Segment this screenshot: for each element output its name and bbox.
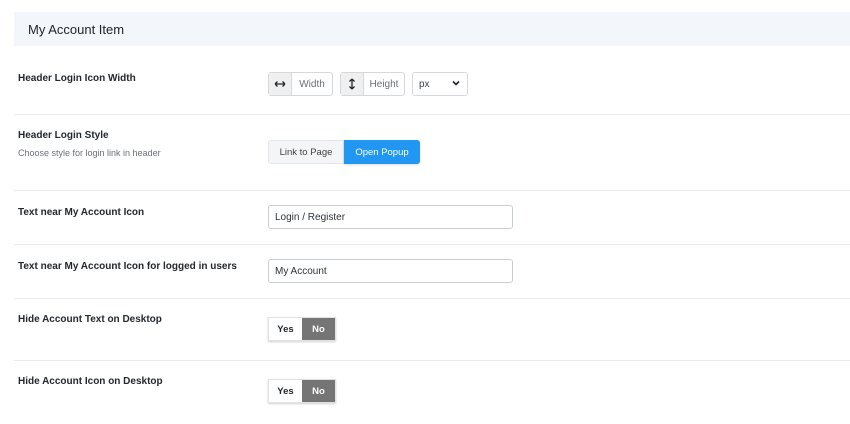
row-account-text-logged: Text near My Account Icon for logged in …: [14, 245, 850, 299]
hide-text-label: Hide Account Text on Desktop: [18, 314, 162, 325]
unit-select-value: px: [419, 78, 430, 90]
row-login-style: Header Login Style Choose style for logi…: [14, 115, 850, 191]
width-field[interactable]: Width: [268, 72, 333, 96]
row-account-text: Text near My Account Icon Login / Regist…: [14, 191, 850, 245]
account-text-logged-input[interactable]: My Account: [268, 259, 513, 283]
unit-select[interactable]: px: [412, 72, 468, 96]
row-icon-width: Header Login Icon Width Width Height px: [14, 46, 850, 115]
section-header: My Account Item: [14, 12, 850, 46]
login-style-label: Header Login Style: [18, 130, 109, 141]
chevron-down-icon: [452, 80, 460, 86]
hide-icon-toggle[interactable]: Yes No: [268, 379, 336, 403]
height-input[interactable]: Height: [364, 73, 404, 95]
hide-text-yes-button[interactable]: Yes: [269, 318, 302, 340]
account-text-input[interactable]: Login / Register: [268, 205, 513, 229]
link-to-page-button[interactable]: Link to Page: [268, 140, 344, 164]
width-input[interactable]: Width: [292, 73, 332, 95]
row-hide-icon: Hide Account Icon on Desktop Yes No: [14, 361, 850, 424]
account-text-label: Text near My Account Icon: [18, 207, 145, 218]
hide-text-toggle[interactable]: Yes No: [268, 317, 336, 341]
account-text-logged-label: Text near My Account Icon for logged in …: [18, 261, 237, 272]
login-style-description: Choose style for login link in header: [18, 148, 161, 158]
open-popup-button[interactable]: Open Popup: [344, 140, 420, 164]
icon-width-label: Header Login Icon Width: [18, 73, 136, 84]
hide-icon-yes-button[interactable]: Yes: [269, 380, 302, 402]
vertical-arrows-icon: [341, 73, 364, 95]
height-field[interactable]: Height: [340, 72, 405, 96]
row-hide-text: Hide Account Text on Desktop Yes No: [14, 299, 850, 361]
hide-text-no-button[interactable]: No: [302, 318, 335, 340]
section-title: My Account Item: [28, 21, 125, 37]
hide-icon-no-button[interactable]: No: [302, 380, 335, 402]
hide-icon-label: Hide Account Icon on Desktop: [18, 376, 163, 387]
horizontal-arrows-icon: [269, 73, 292, 95]
